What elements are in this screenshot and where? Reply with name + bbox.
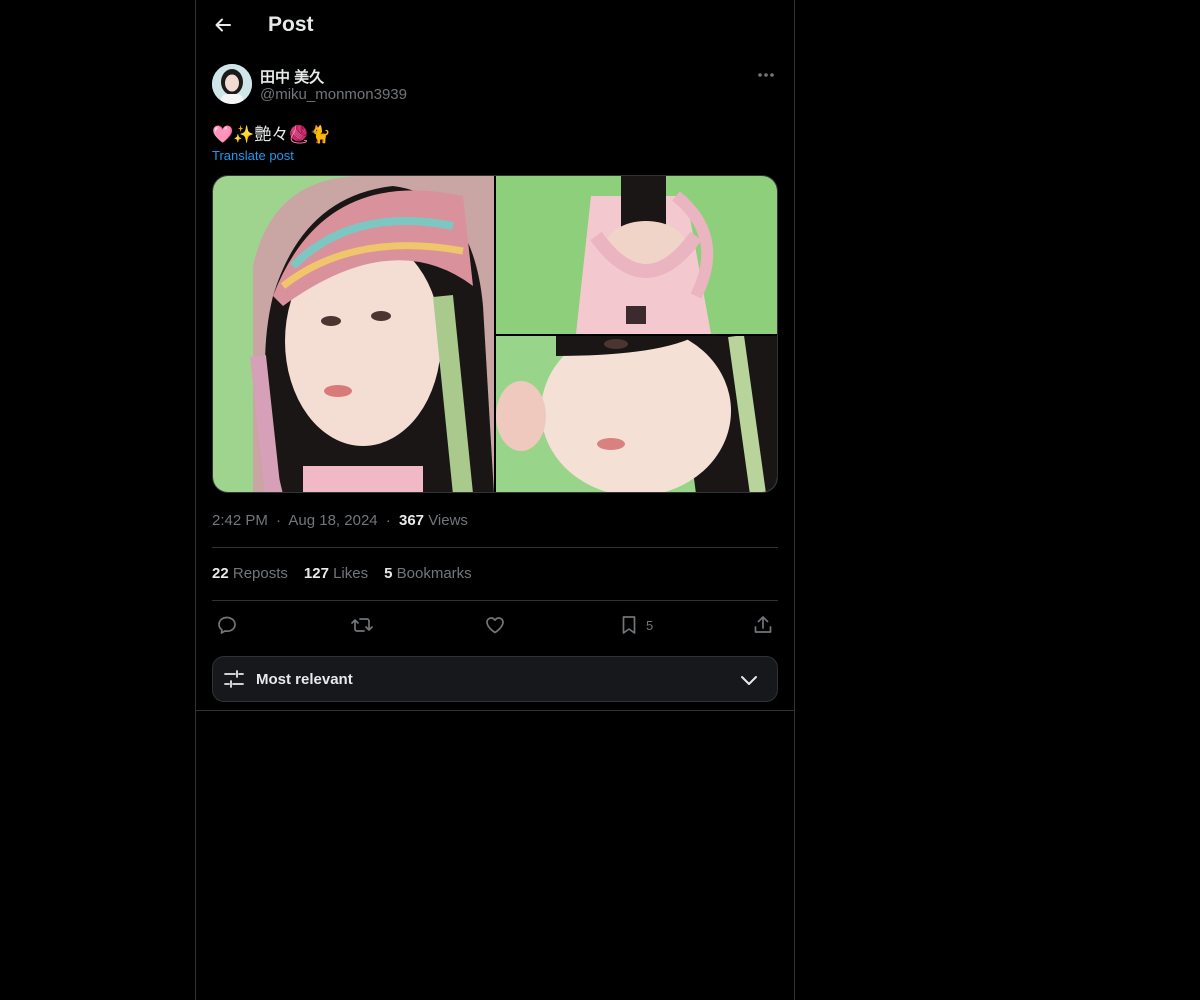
views-count: 367 <box>398 512 425 529</box>
bookmarks-label: Bookmarks <box>396 565 472 582</box>
post-photo-1[interactable] <box>213 176 494 492</box>
main-column: Post 田中 美久 @miku_monmon3939 🩷✨艶々🧶🐈 Trans… <box>195 0 795 1000</box>
back-button[interactable] <box>206 8 240 42</box>
meta-separator: · <box>276 512 282 529</box>
post-photo-3[interactable] <box>496 336 777 492</box>
page-title: Post <box>268 13 314 36</box>
avatar-image <box>212 64 252 104</box>
more-icon <box>758 73 774 77</box>
likes-label: Likes <box>333 565 369 582</box>
avatar[interactable] <box>212 64 252 104</box>
heart-icon <box>486 617 504 634</box>
post-meta: 2:42 PM · Aug 18, 2024 · 367 Views <box>212 512 468 529</box>
post-date[interactable]: Aug 18, 2024 <box>288 512 377 529</box>
sort-label: Most relevant <box>256 671 353 688</box>
divider <box>196 710 794 711</box>
divider <box>212 547 778 548</box>
bookmark-count: 5 <box>646 617 654 633</box>
arrow-left-icon <box>215 18 231 32</box>
views-label: Views <box>428 512 468 529</box>
bookmark-button[interactable]: 5 <box>618 612 653 638</box>
divider <box>212 600 778 601</box>
share-button[interactable] <box>752 612 774 638</box>
bookmark-icon <box>622 616 636 634</box>
media-grid <box>212 175 778 493</box>
more-options-button[interactable] <box>754 64 778 86</box>
sliders-icon <box>224 670 244 688</box>
bookmarks-count: 5 <box>384 565 393 582</box>
user-handle[interactable]: @miku_monmon3939 <box>260 86 407 103</box>
display-name[interactable]: 田中 美久 <box>260 66 324 87</box>
reposts-stat[interactable]: 22 Reposts <box>212 565 288 582</box>
meta-separator: · <box>385 512 391 529</box>
reposts-label: Reposts <box>232 565 288 582</box>
post-time[interactable]: 2:42 PM <box>212 512 268 529</box>
like-button[interactable] <box>484 612 506 638</box>
likes-stat[interactable]: 127 Likes <box>304 565 368 582</box>
post-text: 🩷✨艶々🧶🐈 <box>212 125 331 144</box>
share-icon <box>754 616 772 633</box>
likes-count: 127 <box>303 565 329 582</box>
translate-post-link[interactable]: Translate post <box>212 148 294 163</box>
reposts-count: 22 <box>212 565 229 582</box>
sort-replies-dropdown[interactable]: Most relevant <box>212 656 778 702</box>
repost-icon <box>351 618 373 632</box>
post-photo-2[interactable] <box>496 176 777 334</box>
repost-button[interactable] <box>350 612 374 638</box>
bookmarks-stat[interactable]: 5 Bookmarks <box>384 565 472 582</box>
reply-button[interactable] <box>216 612 238 638</box>
action-bar: 5 <box>212 612 778 642</box>
post-stats: 22 Reposts 127 Likes 5 Bookmarks <box>212 565 488 582</box>
top-bar: Post <box>196 0 794 53</box>
chevron-down-icon <box>741 676 757 685</box>
reply-icon <box>218 616 236 634</box>
